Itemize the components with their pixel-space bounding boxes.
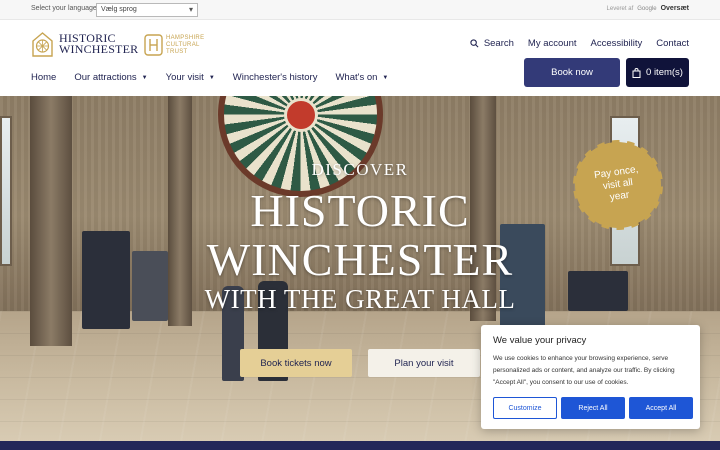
chevron-down-icon: ▾ bbox=[188, 5, 193, 14]
main-nav: Home Our attractions ▼ Your visit ▼ Winc… bbox=[31, 72, 406, 83]
nav-item-winchesters-history[interactable]: Winchester's history bbox=[233, 72, 318, 83]
google-translate-credit[interactable]: Leveret af Google Oversæt bbox=[607, 5, 689, 12]
nav-item-label: Home bbox=[31, 72, 57, 83]
reject-all-button[interactable]: Reject All bbox=[561, 397, 625, 419]
cookie-actions: Customize Reject All Accept All bbox=[493, 397, 693, 419]
language-select-value: Vælg sprog bbox=[101, 6, 137, 13]
hero-subtitle: WITH THE GREAT HALL bbox=[204, 284, 516, 314]
book-tickets-button[interactable]: Book tickets now bbox=[240, 349, 352, 377]
nav-item-label: What's on bbox=[335, 72, 378, 83]
nav-item-whats-on[interactable]: What's on ▼ bbox=[335, 72, 388, 83]
translate-bar: Select your language: Vælg sprog ▾ Lever… bbox=[0, 0, 720, 20]
nav-item-home[interactable]: Home bbox=[31, 72, 56, 83]
nav-item-your-visit[interactable]: Your visit ▼ bbox=[166, 72, 215, 83]
cart-count: 0 item(s) bbox=[646, 67, 683, 78]
my-account-link[interactable]: My account bbox=[528, 38, 577, 49]
search-link[interactable]: Search bbox=[470, 38, 514, 49]
site-header: HISTORIC WINCHESTER HAMPSHIRE CULTURAL T… bbox=[0, 20, 720, 96]
caret-down-icon: ▼ bbox=[141, 74, 148, 81]
historic-winchester-logo[interactable]: HISTORIC WINCHESTER bbox=[31, 31, 138, 57]
book-now-button[interactable]: Book now bbox=[524, 58, 620, 87]
annual-pass-badge: Pay once, visit all year bbox=[572, 139, 664, 231]
hero-title-line-2: WINCHESTER bbox=[206, 234, 514, 285]
accessibility-link[interactable]: Accessibility bbox=[591, 38, 643, 49]
nav-item-our-attractions[interactable]: Our attractions ▼ bbox=[74, 72, 147, 83]
contact-link[interactable]: Contact bbox=[656, 38, 689, 49]
language-select[interactable]: Vælg sprog ▾ bbox=[96, 3, 198, 17]
logo-text: HISTORIC WINCHESTER bbox=[59, 32, 139, 56]
translate-text: Oversæt bbox=[660, 5, 689, 12]
nav-item-label: Winchester's history bbox=[232, 72, 318, 83]
utility-nav: Search My account Accessibility Contact bbox=[470, 38, 689, 49]
nav-item-label: Our attractions bbox=[74, 72, 137, 83]
accept-all-button[interactable]: Accept All bbox=[629, 397, 693, 419]
caret-down-icon: ▼ bbox=[382, 74, 389, 81]
cookie-title: We value your privacy bbox=[493, 335, 587, 346]
section-divider bbox=[0, 441, 720, 450]
plan-visit-button[interactable]: Plan your visit bbox=[368, 349, 480, 377]
logo-line-2: WINCHESTER bbox=[59, 42, 139, 56]
hct-line-3: TRUST bbox=[166, 48, 188, 55]
hampshire-cultural-trust-logo[interactable]: HAMPSHIRE CULTURAL TRUST bbox=[144, 34, 204, 56]
hct-line-1: HAMPSHIRE bbox=[166, 34, 205, 41]
search-label: Search bbox=[483, 38, 514, 49]
powered-by-text: Leveret af bbox=[606, 5, 634, 12]
shopping-bag-icon bbox=[632, 67, 641, 78]
google-logo: Google bbox=[637, 5, 657, 12]
hct-icon bbox=[144, 34, 163, 56]
cookie-body: We use cookies to enhance your browsing … bbox=[493, 355, 675, 386]
cart-button[interactable]: 0 item(s) bbox=[626, 58, 689, 87]
caret-down-icon: ▼ bbox=[208, 74, 215, 81]
cookie-consent-panel: We value your privacy We use cookies to … bbox=[481, 325, 700, 429]
nav-item-label: Your visit bbox=[165, 72, 204, 83]
great-hall-icon bbox=[32, 32, 53, 57]
search-icon bbox=[470, 39, 479, 48]
language-label: Select your language: bbox=[31, 5, 99, 12]
hct-text: HAMPSHIRE CULTURAL TRUST bbox=[166, 35, 204, 56]
page: Select your language: Vælg sprog ▾ Lever… bbox=[0, 0, 720, 450]
hct-line-2: CULTURAL bbox=[166, 41, 200, 48]
customize-cookies-button[interactable]: Customize bbox=[493, 397, 557, 419]
